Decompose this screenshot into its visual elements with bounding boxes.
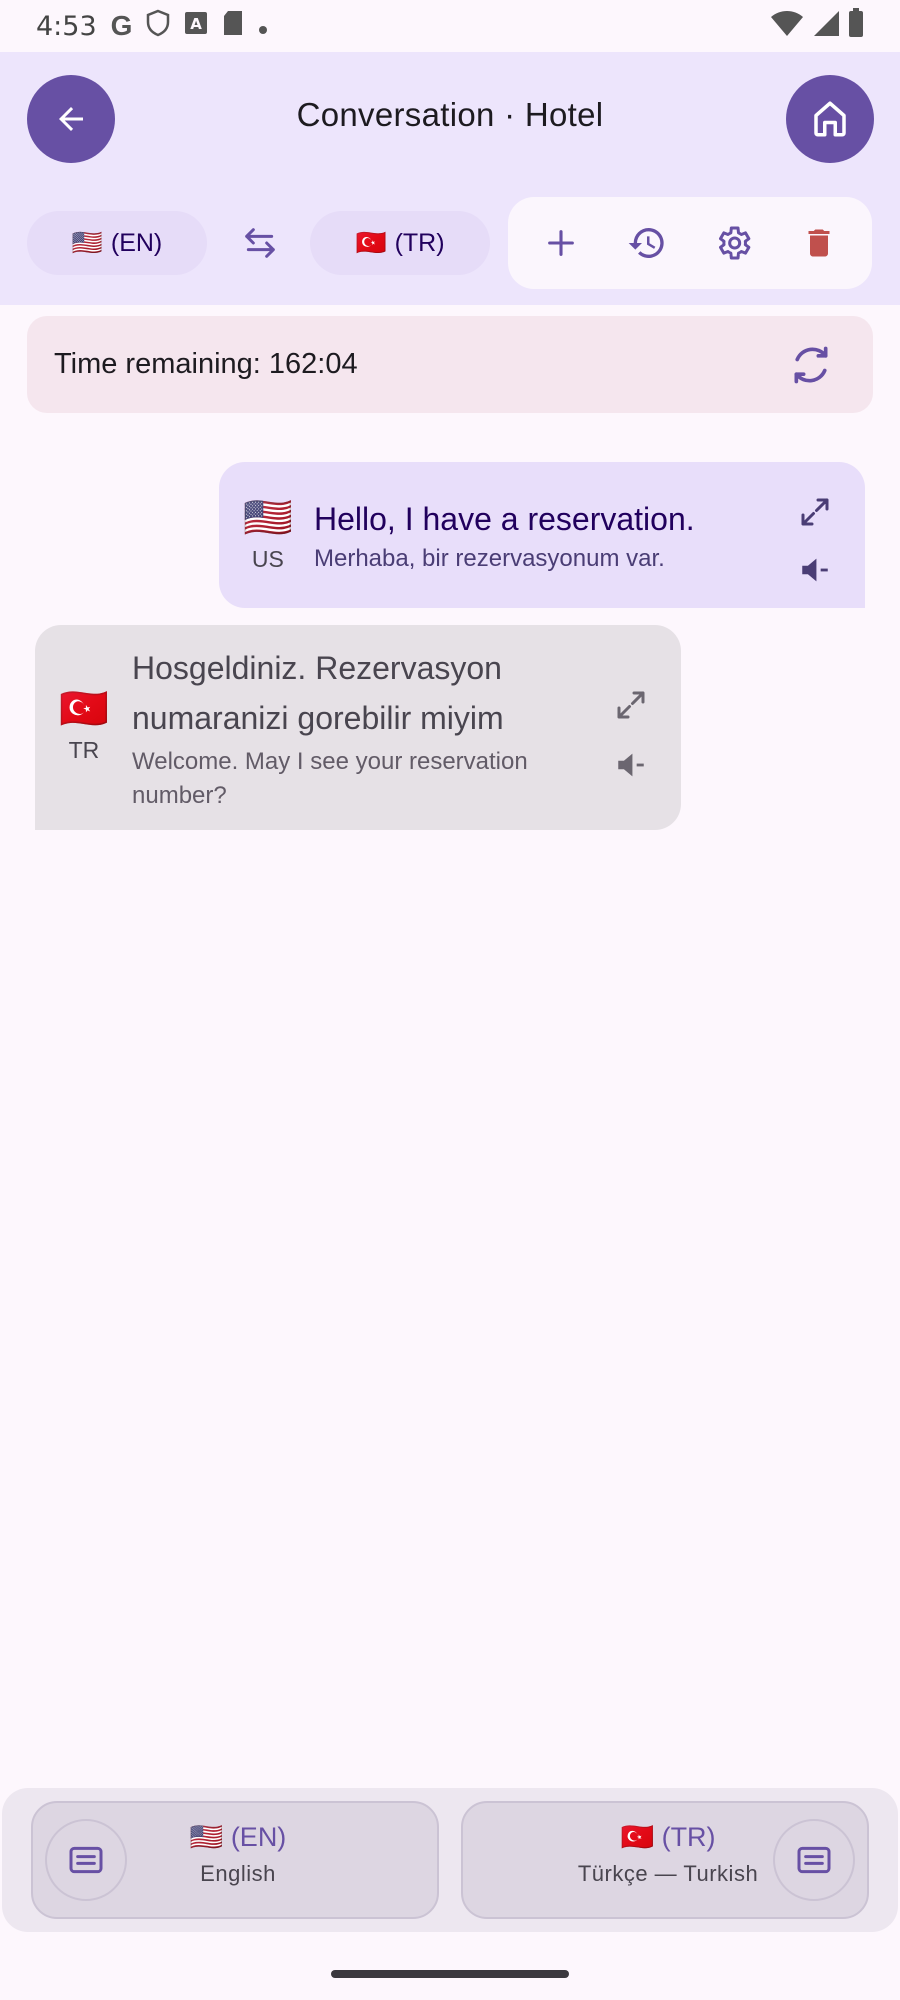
us-flag-icon: 🇺🇸 bbox=[189, 1822, 224, 1853]
swap-icon bbox=[245, 228, 275, 258]
font-icon: A bbox=[184, 10, 208, 42]
tr-flag-icon: 🇹🇷 bbox=[355, 228, 387, 257]
dot-icon bbox=[258, 10, 268, 42]
add-button[interactable] bbox=[529, 211, 593, 275]
time-remaining-text: Time remaining: 162:04 bbox=[54, 348, 358, 380]
battery-icon bbox=[848, 7, 864, 45]
message-country-code: US bbox=[251, 546, 284, 572]
home-indicator[interactable] bbox=[331, 1970, 569, 1978]
refresh-button[interactable] bbox=[776, 330, 846, 400]
message-translation: Merhaba, bir rezervasyonum var. bbox=[314, 545, 665, 572]
time-remaining-card: Time remaining: 162:04 bbox=[27, 316, 873, 413]
refresh-icon bbox=[794, 346, 828, 383]
keyboard-icon bbox=[797, 1846, 831, 1874]
keyboard-input-button[interactable] bbox=[773, 1819, 855, 1901]
target-language-chip[interactable]: 🇹🇷 (TR) bbox=[310, 211, 490, 275]
expand-button[interactable] bbox=[787, 484, 843, 540]
sdcard-icon bbox=[222, 10, 244, 43]
message-bubble-outgoing[interactable]: 🇺🇸 US Hello, I have a reservation. Merha… bbox=[219, 462, 865, 608]
status-bar: 4:53 G A bbox=[0, 0, 900, 52]
source-language-code: (EN) bbox=[110, 228, 163, 257]
speak-english-button[interactable]: 🇺🇸 (EN) English bbox=[31, 1801, 439, 1919]
message-translation-line-1: Welcome. May I see your reservation bbox=[132, 748, 528, 775]
keyboard-icon bbox=[69, 1846, 103, 1874]
speak-button[interactable] bbox=[787, 542, 843, 598]
speaker-icon bbox=[802, 558, 828, 582]
delete-button[interactable] bbox=[787, 211, 851, 275]
target-language-code: (TR) bbox=[394, 228, 445, 257]
home-icon bbox=[814, 101, 846, 137]
shield-icon bbox=[146, 9, 170, 44]
keyboard-input-button[interactable] bbox=[45, 1819, 127, 1901]
expand-icon bbox=[617, 691, 645, 719]
signal-icon bbox=[812, 9, 840, 44]
speak-turkish-button[interactable]: 🇹🇷 (TR) Türkçe — Turkish bbox=[461, 1801, 869, 1919]
swap-languages-button[interactable] bbox=[232, 215, 288, 271]
speaker-icon bbox=[618, 753, 644, 777]
us-flag-icon: 🇺🇸 bbox=[243, 495, 293, 541]
message-bubble-incoming[interactable]: 🇹🇷 TR Hosgeldiniz. Rezervasyon numaraniz… bbox=[35, 625, 681, 830]
status-time: 4:53 bbox=[36, 10, 97, 42]
svg-text:A: A bbox=[191, 15, 203, 33]
language-code: (TR) bbox=[661, 1822, 716, 1852]
language-name: Türkçe — Turkish bbox=[577, 1861, 759, 1886]
history-button[interactable] bbox=[615, 211, 679, 275]
message-text-line-1: Hosgeldiniz. Rezervasyon bbox=[132, 650, 502, 686]
google-icon: G bbox=[110, 10, 133, 41]
tr-flag-icon: 🇹🇷 bbox=[59, 686, 109, 732]
settings-button[interactable] bbox=[701, 211, 765, 275]
app-bar: Conversation · Hotel 🇺🇸 (EN) 🇹🇷 (TR) bbox=[0, 52, 900, 305]
gear-icon bbox=[719, 226, 751, 260]
home-button[interactable] bbox=[786, 75, 874, 163]
history-icon bbox=[628, 228, 664, 258]
source-language-chip[interactable]: 🇺🇸 (EN) bbox=[27, 211, 207, 275]
wifi-icon bbox=[770, 9, 804, 44]
speak-button[interactable] bbox=[603, 737, 659, 793]
message-country-code: TR bbox=[68, 737, 100, 763]
tr-flag-icon: 🇹🇷 bbox=[620, 1822, 655, 1853]
us-flag-icon: 🇺🇸 bbox=[71, 228, 103, 257]
expand-button[interactable] bbox=[603, 677, 659, 733]
page-title: Conversation · Hotel bbox=[296, 96, 604, 133]
conversation-toolbar bbox=[508, 197, 872, 289]
message-text-line-2: numaranizi gorebilir miyim bbox=[132, 700, 504, 736]
trash-icon bbox=[808, 229, 830, 257]
language-code: (EN) bbox=[230, 1822, 287, 1852]
plus-icon bbox=[548, 230, 574, 256]
message-translation-line-2: number? bbox=[132, 782, 227, 809]
language-name: English bbox=[200, 1861, 276, 1886]
message-text: Hello, I have a reservation. bbox=[314, 501, 695, 537]
expand-icon bbox=[801, 498, 829, 526]
